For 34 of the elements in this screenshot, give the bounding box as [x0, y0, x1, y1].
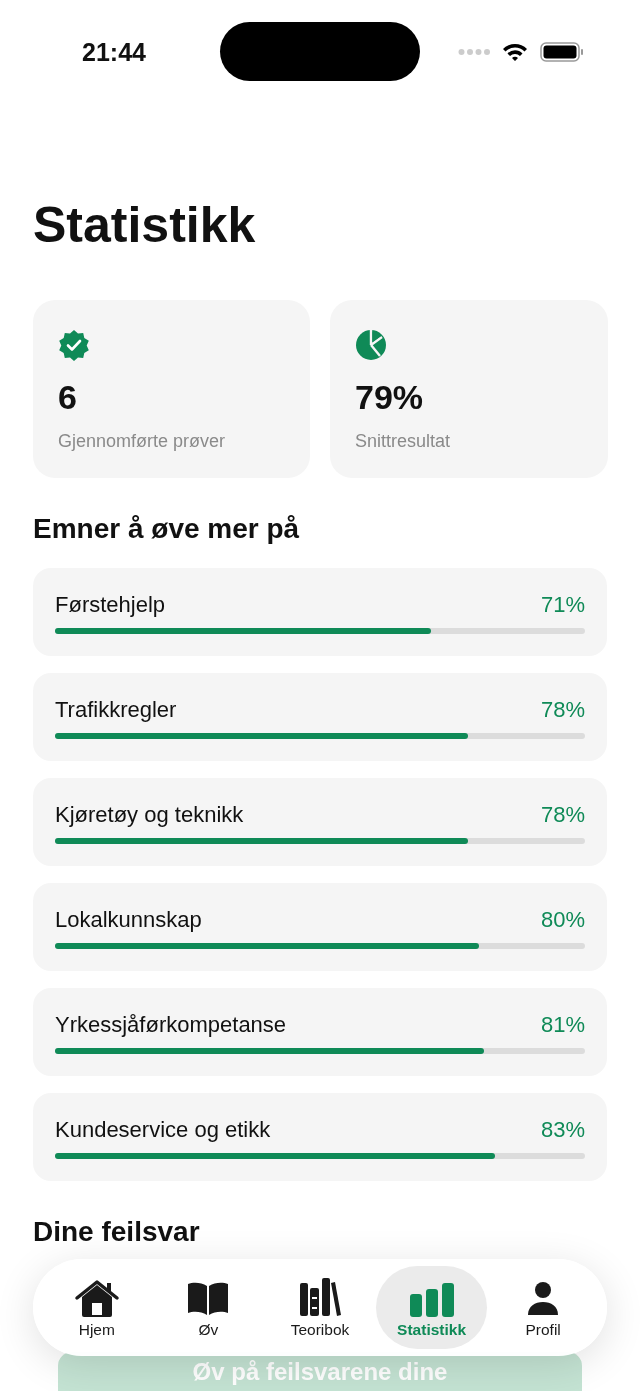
- summary-value: 6: [58, 377, 78, 417]
- wifi-icon: [502, 42, 528, 62]
- topic-percent: 78%: [540, 698, 585, 722]
- tab-item[interactable]: Teoribok: [264, 1266, 376, 1349]
- topic-name: Lokalkunnskap: [55, 908, 202, 932]
- house-icon: [73, 1278, 120, 1317]
- summary-label: Gjennomførte prøver: [58, 430, 227, 452]
- section-heading: Emner å øve mer på: [33, 512, 301, 546]
- bar-chart-icon: [408, 1282, 455, 1317]
- pie-chart-icon: [355, 329, 387, 361]
- tab-item[interactable]: Øv: [152, 1266, 265, 1349]
- tab-item[interactable]: Statistikk: [375, 1266, 488, 1349]
- topic-percent: 81%: [540, 1013, 585, 1037]
- topic-percent: 71%: [540, 593, 585, 617]
- topic-percent: 83%: [540, 1118, 585, 1142]
- battery-icon: [540, 42, 584, 62]
- summary-value: 79%: [355, 377, 425, 417]
- page-title: Statistikk: [33, 196, 257, 255]
- verified-badge-icon: [58, 329, 90, 361]
- books-icon: [298, 1276, 342, 1317]
- topic-name: Kjøretøy og teknikk: [55, 803, 244, 827]
- topic-name: Yrkessjåførkompetanse: [55, 1013, 287, 1037]
- tab-item[interactable]: Hjem: [41, 1266, 153, 1349]
- section-heading: Dine feilsvar: [33, 1215, 201, 1249]
- topic-name: Førstehjelp: [55, 593, 166, 617]
- topic-percent: 80%: [540, 908, 585, 932]
- open-book-icon: [186, 1280, 231, 1317]
- topic-percent: 78%: [540, 803, 585, 827]
- signal-dots-icon: [458, 48, 490, 56]
- tab-item[interactable]: Profil: [487, 1266, 599, 1349]
- topic-name: Kundeservice og etikk: [55, 1118, 271, 1142]
- status-time: 21:44: [82, 37, 147, 67]
- summary-label: Snittresultat: [355, 430, 452, 452]
- topic-name: Trafikkregler: [55, 698, 177, 722]
